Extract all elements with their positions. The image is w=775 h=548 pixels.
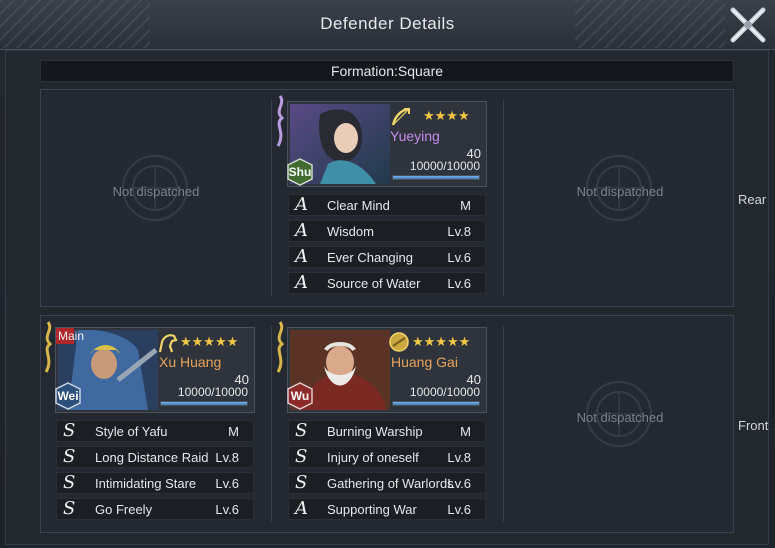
skill-row[interactable]: S Burning Warship M	[288, 420, 486, 442]
skill-name: Gathering of Warlords	[327, 476, 454, 491]
skill-level: Lv.6	[215, 502, 239, 517]
skill-level: Lv.6	[447, 502, 471, 517]
troop-bar-fill	[161, 402, 247, 405]
faction-badge-wei: Wei	[54, 382, 82, 410]
empty-slot-label: Not dispatched	[112, 184, 200, 199]
main-badge-label: Main	[58, 329, 85, 343]
skill-name: Source of Water	[327, 276, 421, 291]
window-title: Defender Details	[320, 14, 455, 33]
star-rating: ★★★★★	[180, 334, 239, 349]
skill-name: Injury of oneself	[327, 450, 419, 465]
faction-label: Shu	[288, 165, 312, 179]
column-divider	[503, 326, 504, 522]
troop-bar	[392, 401, 480, 406]
troop-bar-fill	[393, 402, 479, 405]
faction-badge-shu: Shu	[286, 158, 314, 186]
skill-grade: S	[295, 446, 308, 467]
skill-grade: A	[295, 246, 308, 267]
hero-name: Huang Gai	[391, 354, 458, 370]
skill-row[interactable]: S Style of Yafu M	[56, 420, 254, 442]
skill-level: Lv.6	[215, 476, 239, 491]
skill-level: M	[228, 424, 239, 439]
skill-name: Go Freely	[95, 502, 153, 517]
skill-grade: S	[63, 446, 76, 467]
skill-level: Lv.6	[447, 276, 471, 291]
skill-grade: A	[295, 194, 308, 215]
empty-slot-rear-right[interactable]: Not dispatched	[535, 152, 695, 232]
wing-ornament-icon	[276, 95, 285, 147]
skill-name: Ever Changing	[327, 250, 413, 265]
skill-row[interactable]: A Ever Changing Lv.6	[288, 246, 486, 268]
bow-icon	[391, 107, 410, 126]
hero-card-yueying[interactable]: Shu ★★★★ Yueying 40 10000/10000	[287, 101, 487, 187]
troop-bar-fill	[393, 176, 479, 179]
shield-icon	[389, 332, 409, 352]
star-rating: ★★★★	[423, 108, 470, 123]
skill-row[interactable]: A Source of Water Lv.6	[288, 272, 486, 294]
formation-label: Formation:Square	[40, 60, 734, 82]
defender-details-window: Defender Details Formation:Square Not di…	[0, 0, 775, 548]
skill-name: Clear Mind	[327, 198, 390, 213]
skill-grade: S	[295, 420, 308, 441]
close-button[interactable]	[727, 4, 769, 46]
faction-badge-wu: Wu	[286, 382, 314, 410]
skill-grade: S	[63, 472, 76, 493]
close-icon	[730, 7, 766, 43]
skill-name: Long Distance Raid	[95, 450, 209, 465]
row-label-rear: Rear	[738, 192, 767, 207]
skill-row[interactable]: A Supporting War Lv.6	[288, 498, 486, 520]
empty-slot-label: Not dispatched	[576, 410, 664, 425]
skill-row[interactable]: A Clear Mind M	[288, 194, 486, 216]
skill-row[interactable]: S Gathering of Warlords Lv.6	[288, 472, 486, 494]
hero-troops: 10000/10000	[409, 385, 480, 399]
hero-name: Xu Huang	[159, 354, 222, 370]
faction-label: Wei	[57, 389, 79, 403]
empty-slot-label: Not dispatched	[576, 184, 664, 199]
horse-icon	[158, 334, 178, 353]
skill-level: Lv.6	[447, 250, 471, 265]
skill-level: Lv.8	[215, 450, 239, 465]
skill-name: Wisdom	[327, 224, 374, 239]
skill-list-xu-huang: S Style of Yafu M S Long Distance Raid Lv.8 S I…	[56, 420, 254, 524]
empty-slot-front-right[interactable]: Not dispatched	[535, 378, 695, 458]
skill-row[interactable]: S Intimidating Stare Lv.6	[56, 472, 254, 494]
title-bar: Defender Details	[0, 0, 775, 50]
hero-troops: 10000/10000	[409, 159, 480, 173]
skill-grade: A	[295, 498, 308, 519]
skill-list-yueying: A Clear Mind M A Wisdom Lv.8 A Ever Changing Lv.…	[288, 194, 486, 298]
skill-level: M	[460, 198, 471, 213]
skill-level: M	[460, 424, 471, 439]
skill-list-huang-gai: S Burning Warship M S Injury of oneself Lv.8 S…	[288, 420, 486, 524]
hero-name: Yueying	[390, 128, 440, 144]
star-rating: ★★★★★	[412, 334, 471, 349]
column-divider	[503, 100, 504, 296]
skill-grade: S	[63, 498, 76, 519]
troop-bar	[160, 401, 248, 406]
skill-grade: S	[63, 420, 76, 441]
faction-label: Wu	[290, 389, 310, 403]
skill-row[interactable]: A Wisdom Lv.8	[288, 220, 486, 242]
skill-level: Lv.8	[447, 224, 471, 239]
skill-row[interactable]: S Go Freely Lv.6	[56, 498, 254, 520]
row-label-front: Front	[738, 418, 769, 433]
troop-bar	[392, 175, 480, 180]
empty-slot-rear-left[interactable]: Not dispatched	[71, 152, 231, 232]
wing-ornament-icon	[276, 321, 285, 373]
hero-card-huang-gai[interactable]: Wu ★★★★★ Huang Gai 40 10000/10000	[287, 327, 487, 413]
skill-name: Supporting War	[327, 502, 417, 517]
skill-grade: A	[295, 220, 308, 241]
hero-troops: 10000/10000	[177, 385, 248, 399]
skill-name: Intimidating Stare	[95, 476, 197, 491]
skill-grade: S	[295, 472, 308, 493]
skill-level: Lv.8	[447, 450, 471, 465]
skill-level: Lv.6	[447, 476, 471, 491]
wing-ornament-icon	[44, 321, 53, 373]
skill-row[interactable]: S Long Distance Raid Lv.8	[56, 446, 254, 468]
skill-name: Burning Warship	[327, 424, 423, 439]
skill-row[interactable]: S Injury of oneself Lv.8	[288, 446, 486, 468]
skill-grade: A	[295, 272, 308, 293]
hero-card-xu-huang[interactable]: Main Wei ★★★★★ Xu Huang 40 10000/10000	[55, 327, 255, 413]
skill-name: Style of Yafu	[95, 424, 168, 439]
